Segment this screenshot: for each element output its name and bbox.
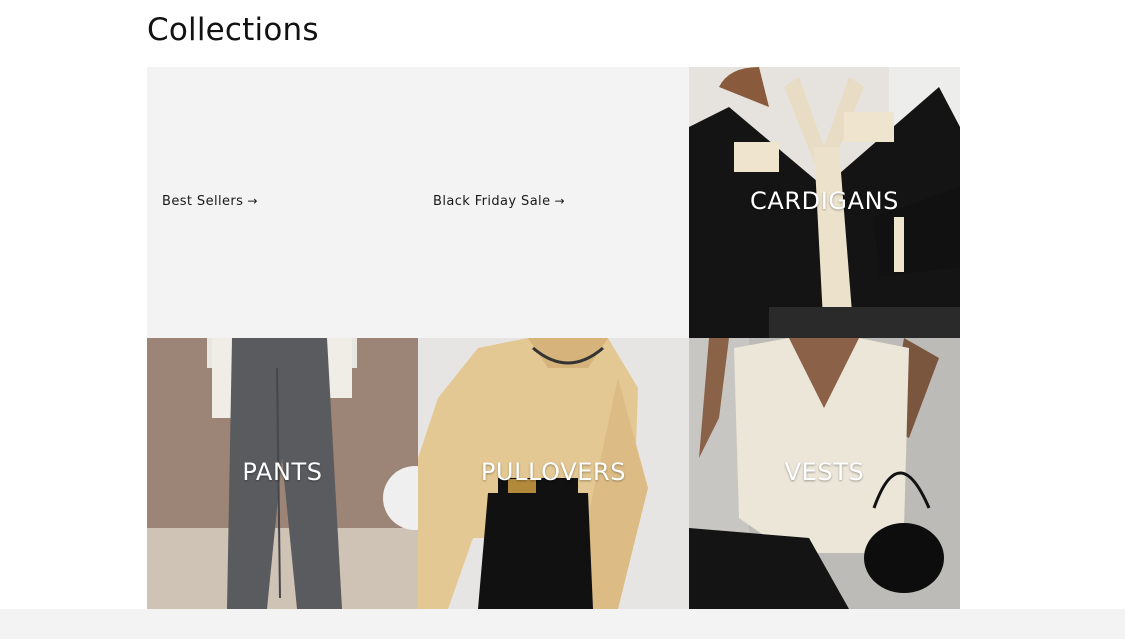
arrow-right-icon: → [554,194,565,208]
collection-tile-black-friday-sale[interactable]: Black Friday Sale → [418,67,689,338]
collection-tile-pants[interactable]: PANTS [147,338,418,609]
collection-tile-vests[interactable]: VESTS [689,338,960,609]
collection-tile-best-sellers[interactable]: Best Sellers → [147,67,418,338]
collection-link-black-friday-sale[interactable]: Black Friday Sale → [433,194,565,209]
collection-label: PANTS [242,458,323,486]
collections-grid: Best Sellers → Black Friday Sale → CARDI… [147,67,960,609]
collection-label: VESTS [784,458,865,486]
collection-tile-pullovers[interactable]: PULLOVERS [418,338,689,609]
footer-band [0,609,1125,639]
collection-link-best-sellers[interactable]: Best Sellers → [162,194,258,209]
collection-tile-cardigans[interactable]: CARDIGANS [689,67,960,338]
collection-label: PULLOVERS [480,458,627,486]
collection-label: CARDIGANS [749,187,899,215]
arrow-right-icon: → [247,194,258,208]
section-title: Collections [147,12,319,48]
collections-page: Collections Best Sellers → Black Friday S… [0,0,1125,639]
collection-label: Best Sellers [162,194,244,209]
collection-label: Black Friday Sale [433,194,551,209]
